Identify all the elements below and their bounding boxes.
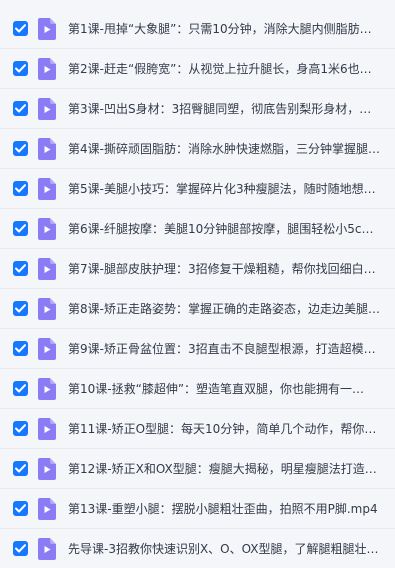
file-name: 先导课-3招教你快速识别X、O、OX型腿，了解腿粗腿壮…	[68, 541, 379, 556]
video-file-icon	[38, 57, 56, 80]
checkbox-checked-icon[interactable]	[13, 461, 28, 476]
video-file-icon	[38, 217, 56, 240]
file-name: 第7课-腿部皮肤护理：3招修复干燥粗糙，帮你找回细白…	[68, 261, 376, 276]
video-file-icon	[38, 457, 56, 480]
checkbox-checked-icon[interactable]	[13, 501, 28, 516]
file-row[interactable]: 第13课-重塑小腿：摆脱小腿粗壮歪曲，拍照不用P脚.mp4	[0, 489, 395, 529]
file-row[interactable]: 第11课-矫正O型腿：每天10分钟，简单几个动作，帮你…	[0, 409, 395, 449]
file-row[interactable]: 第12课-矫正X和OX型腿：瘦腿大揭秘，明星瘦腿法打造…	[0, 449, 395, 489]
checkbox-checked-icon[interactable]	[13, 21, 28, 36]
checkbox-checked-icon[interactable]	[13, 381, 28, 396]
file-row[interactable]: 第10课-拯救“膝超伸”：塑造笔直双腿，你也能拥有一…	[0, 369, 395, 409]
checkbox-checked-icon[interactable]	[13, 61, 28, 76]
file-row[interactable]: 先导课-3招教你快速识别X、O、OX型腿，了解腿粗腿壮…	[0, 529, 395, 568]
checkbox-checked-icon[interactable]	[13, 341, 28, 356]
file-row[interactable]: 第6课-纤腿按摩：美腿10分钟腿部按摩，腿围轻松小5cm…	[0, 209, 395, 249]
video-file-icon	[38, 177, 56, 200]
file-row[interactable]: 第7课-腿部皮肤护理：3招修复干燥粗糙，帮你找回细白…	[0, 249, 395, 289]
file-row[interactable]: 第9课-矫正骨盆位置：3招直击不良腿型根源，打造超模…	[0, 329, 395, 369]
video-file-icon	[38, 17, 56, 40]
file-name: 第4课-撕碎顽固脂肪：消除水肿快速燃脂，三分钟掌握腿…	[68, 141, 380, 156]
file-name: 第12课-矫正X和OX型腿：瘦腿大揭秘，明星瘦腿法打造…	[68, 461, 377, 476]
checkbox-checked-icon[interactable]	[13, 141, 28, 156]
checkbox-checked-icon[interactable]	[13, 181, 28, 196]
file-name: 第13课-重塑小腿：摆脱小腿粗壮歪曲，拍照不用P脚.mp4	[68, 501, 378, 516]
file-name: 第11课-矫正O型腿：每天10分钟，简单几个动作，帮你…	[68, 421, 377, 436]
file-name: 第3课-凹出S身材：3招臀腿同塑，彻底告别梨形身材，打…	[68, 101, 383, 116]
video-file-icon	[38, 137, 56, 160]
file-list: 第1课-甩掉“大象腿”：只需10分钟，消除大腿内侧脂肪… 第2课-赶走“假胯宽”：…	[0, 0, 395, 568]
video-file-icon	[38, 257, 56, 280]
video-file-icon	[38, 97, 56, 120]
checkbox-checked-icon[interactable]	[13, 101, 28, 116]
video-file-icon	[38, 297, 56, 320]
file-name: 第9课-矫正骨盆位置：3招直击不良腿型根源，打造超模…	[68, 341, 376, 356]
video-file-icon	[38, 337, 56, 360]
file-name: 第5课-美腿小技巧：掌握碎片化3种瘦腿法，随时随地想…	[68, 181, 376, 196]
file-row[interactable]: 第2课-赶走“假胯宽”：从视觉上拉升腿长，身高1米6也…	[0, 49, 395, 89]
checkbox-checked-icon[interactable]	[13, 421, 28, 436]
file-name: 第1课-甩掉“大象腿”：只需10分钟，消除大腿内侧脂肪…	[68, 21, 372, 36]
file-name: 第8课-矫正走路姿势：掌握正确的走路姿态，边走边美腿…	[68, 301, 380, 316]
file-row[interactable]: 第3课-凹出S身材：3招臀腿同塑，彻底告别梨形身材，打…	[0, 89, 395, 129]
checkbox-checked-icon[interactable]	[13, 261, 28, 276]
file-name: 第6课-纤腿按摩：美腿10分钟腿部按摩，腿围轻松小5cm…	[68, 221, 383, 236]
video-file-icon	[38, 417, 56, 440]
checkbox-checked-icon[interactable]	[13, 541, 28, 556]
file-name: 第2课-赶走“假胯宽”：从视觉上拉升腿长，身高1米6也…	[68, 61, 372, 76]
checkbox-checked-icon[interactable]	[13, 301, 28, 316]
video-file-icon	[38, 377, 56, 400]
video-file-icon	[38, 497, 56, 520]
file-row[interactable]: 第5课-美腿小技巧：掌握碎片化3种瘦腿法，随时随地想…	[0, 169, 395, 209]
file-name: 第10课-拯救“膝超伸”：塑造笔直双腿，你也能拥有一…	[68, 381, 365, 396]
checkbox-checked-icon[interactable]	[13, 221, 28, 236]
file-row[interactable]: 第4课-撕碎顽固脂肪：消除水肿快速燃脂，三分钟掌握腿…	[0, 129, 395, 169]
file-row[interactable]: 第1课-甩掉“大象腿”：只需10分钟，消除大腿内侧脂肪…	[0, 9, 395, 49]
video-file-icon	[38, 537, 56, 560]
file-row[interactable]: 第8课-矫正走路姿势：掌握正确的走路姿态，边走边美腿…	[0, 289, 395, 329]
